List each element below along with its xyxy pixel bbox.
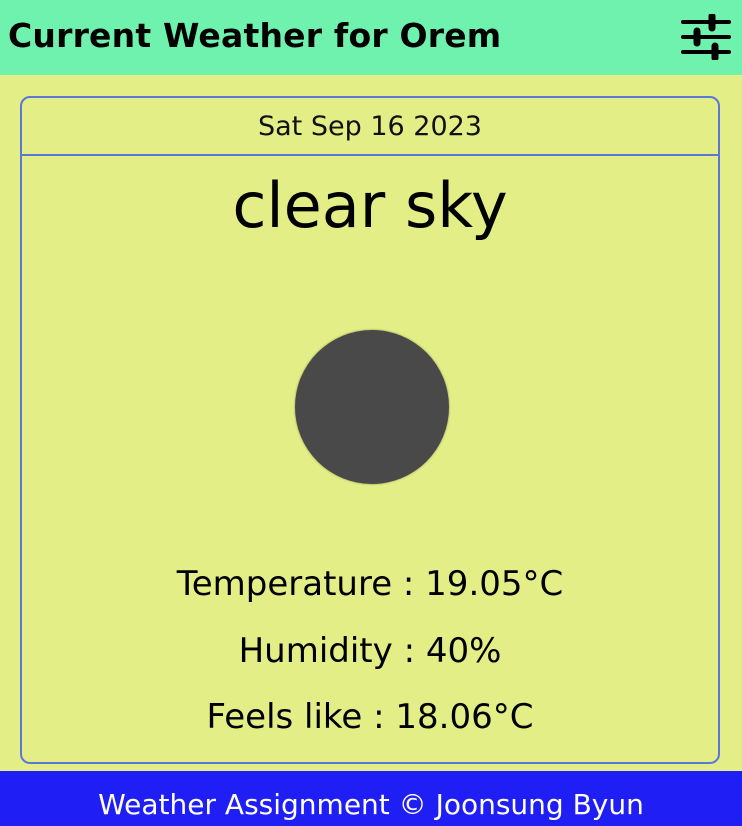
clear-sky-icon [295,330,449,484]
humidity-value: Humidity : 40% [238,631,502,671]
sliders-icon [681,14,731,60]
page-title: Current Weather for Orem [8,16,502,55]
weather-condition: clear sky [232,169,508,242]
settings-button[interactable] [680,14,732,60]
app-header: Current Weather for Orem [0,0,742,75]
feels-like-value: Feels like : 18.06°C [206,697,534,737]
weather-card: Sat Sep 16 2023 clear sky Temperature : … [20,96,720,764]
weather-date: Sat Sep 16 2023 [22,98,718,156]
temperature-value: Temperature : 19.05°C [176,564,564,604]
footer-text: Weather Assignment © Joonsung Byun [98,788,644,821]
footer: Weather Assignment © Joonsung Byun [0,771,742,826]
